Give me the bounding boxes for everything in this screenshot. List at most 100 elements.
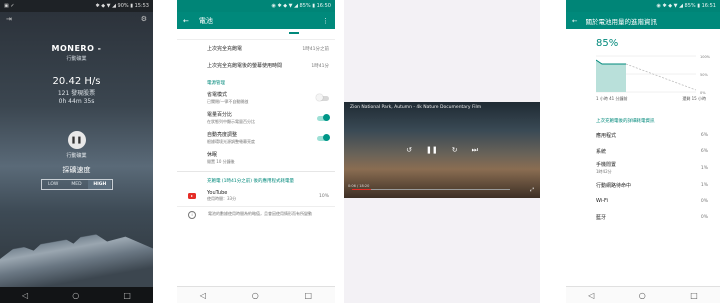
setting-battery-saver[interactable]: 省電模式 已關閉/一律不自動開啟 xyxy=(177,88,335,108)
setting-desc: 已關閉/一律不自動開啟 xyxy=(207,99,249,104)
setting-title: 休眠 xyxy=(207,152,218,158)
row-label: 上次完全充飽電後的螢幕使用時間 xyxy=(207,63,283,69)
shares-found: 121 發現股票 xyxy=(57,90,96,97)
nav-recent[interactable]: □ xyxy=(690,291,698,300)
nav-recent[interactable]: □ xyxy=(305,291,313,300)
coin-subtitle: 行動礦業 xyxy=(66,56,87,62)
back-arrow-icon[interactable]: ← xyxy=(572,17,577,25)
elapsed-time: 0h 44m 35s xyxy=(58,98,95,105)
speed-selector: LOW MED HIGH xyxy=(40,179,113,190)
usage-item-apps[interactable]: 應用程式 6% xyxy=(566,127,720,143)
nav-bar: ◁ ○ □ xyxy=(566,286,720,303)
battery-saver-toggle[interactable] xyxy=(316,94,329,101)
status-bar: ◉ ✱ ◆ ▼ ◢ 85% ▮ 16:51 xyxy=(566,0,720,12)
setting-sleep[interactable]: 休眠 閒置 10 分鐘後 xyxy=(177,148,335,168)
row-value: 1時41分之前 xyxy=(302,46,329,52)
exit-icon[interactable]: ⇥ xyxy=(6,15,12,23)
y-label-0: 0% xyxy=(700,91,706,95)
battery-settings-screen: ◉ ✱ ◆ ▼ ◢ 85% ▮ 16:50 ← 電池 ⋮ 上次完全充飽電 1時4… xyxy=(177,0,335,303)
row-value: 1時41分 xyxy=(311,63,329,69)
usage-item-bluetooth[interactable]: 藍牙 0% xyxy=(566,209,720,225)
pause-icon: ❚❚ xyxy=(70,136,83,144)
video-player[interactable]: Zion National Park, Autumn - 4k Nature D… xyxy=(344,102,540,198)
replay-icon[interactable]: ↺ xyxy=(406,146,412,155)
video-time: 0:06 / 18:20 xyxy=(348,184,370,188)
app-desc: 使用時間：33分 xyxy=(207,196,237,201)
battery-percent: 85% xyxy=(596,38,619,49)
setting-desc: 根據環境光源調整螢幕亮度 xyxy=(207,139,255,144)
app-percent: 10% xyxy=(318,193,329,199)
section-header-usage: 充飽電 (1時41分之前) 後的應用程式耗電量 xyxy=(207,179,294,184)
nav-recent[interactable]: □ xyxy=(123,291,131,300)
setting-adaptive-brightness[interactable]: 自動亮度調整 根據環境光源調整螢幕亮度 xyxy=(177,128,335,148)
usage-percent: 0% xyxy=(700,198,708,204)
info-note: i 電池的數據使用時間為約略值，且會因使用情形而有所變動 xyxy=(177,206,335,223)
page-title: 關於電池用量的進階資訊 xyxy=(585,17,657,26)
status-right: ✱ ◆ ▼ ◢ 90% ▮ 15:53 xyxy=(95,3,149,9)
nav-bar: ◁ ○ □ xyxy=(0,287,153,303)
usage-item-system[interactable]: 系統 6% xyxy=(566,143,720,159)
blank-area-bottom xyxy=(344,198,540,303)
row-label: 上次完全充飽電 xyxy=(207,46,243,52)
miner-screen: ▣ ✓ ✱ ◆ ▼ ◢ 90% ▮ 15:53 ⇥ ⚙ MONERO - 行動礦… xyxy=(0,0,153,303)
battery-percent-toggle[interactable] xyxy=(317,114,330,121)
status-left: ▣ ✓ xyxy=(4,3,15,9)
usage-name: 行動網路待命中 xyxy=(596,182,632,189)
coin-name[interactable]: MONERO - xyxy=(0,44,153,53)
usage-percent: 6% xyxy=(700,148,708,154)
usage-item-cell-standby[interactable]: 行動網路待命中 1% xyxy=(566,177,720,193)
settings-icon[interactable]: ⚙ xyxy=(141,15,147,23)
usage-percent: 1% xyxy=(700,182,708,188)
usage-name: 手機閒置 xyxy=(596,162,617,168)
video-progress[interactable] xyxy=(352,188,510,190)
forward-icon[interactable]: ↻ xyxy=(452,146,458,155)
status-right: ◉ ✱ ◆ ▼ ◢ 85% ▮ 16:51 xyxy=(656,3,717,9)
nav-home[interactable]: ○ xyxy=(72,291,79,300)
app-bar: ← 關於電池用量的進階資訊 xyxy=(566,12,720,29)
y-label-100: 100% xyxy=(700,55,711,59)
last-full-charge: 上次完全充飽電 1時41分之前 xyxy=(177,40,335,57)
blank-area-top xyxy=(344,0,540,103)
speed-label: 採礦速度 xyxy=(62,166,91,174)
fullscreen-icon[interactable]: ⤢ xyxy=(530,187,534,193)
nav-back[interactable]: ◁ xyxy=(22,291,28,300)
section-header-power: 電源管理 xyxy=(207,81,225,86)
usage-item-idle[interactable]: 手機閒置 1時42分 1% xyxy=(566,159,720,177)
mountain-background xyxy=(0,229,153,287)
battery-chart-svg: 100% 50% 0% xyxy=(595,55,711,95)
usage-name: Wi-Fi xyxy=(596,198,608,204)
nav-home[interactable]: ○ xyxy=(252,291,259,300)
skip-next-icon[interactable]: ⏭ xyxy=(472,146,478,155)
video-screen: Zion National Park, Autumn - 4k Nature D… xyxy=(344,0,540,303)
adaptive-brightness-toggle[interactable] xyxy=(317,134,330,141)
usage-percent: 1% xyxy=(700,165,708,171)
y-label-50: 50% xyxy=(700,73,708,77)
x-label-start: 1 小時 41 分鐘前 xyxy=(596,96,628,101)
setting-battery-percent[interactable]: 電量百分比 在狀態列中顯示電量百分比 xyxy=(177,108,335,128)
nav-bar: ◁ ○ □ xyxy=(177,286,335,303)
usage-item-wifi[interactable]: Wi-Fi 0% xyxy=(566,193,720,209)
section-header: 上次充飽電後的詳細耗電資訊 xyxy=(596,119,655,124)
setting-title: 省電模式 xyxy=(207,92,228,98)
usage-percent: 0% xyxy=(700,214,708,220)
setting-title: 電量百分比 xyxy=(207,112,233,118)
speed-low[interactable]: LOW xyxy=(42,180,65,189)
speed-med[interactable]: MED xyxy=(65,180,88,189)
nav-back[interactable]: ◁ xyxy=(200,291,206,300)
x-label-end: 還剩 15 小時 xyxy=(682,96,706,101)
nav-back[interactable]: ◁ xyxy=(588,291,594,300)
more-vert-icon[interactable]: ⋮ xyxy=(322,17,329,25)
app-usage-youtube[interactable]: YouTube 使用時間：33分 10% xyxy=(177,186,335,206)
page-title: 電池 xyxy=(198,16,213,25)
usage-name: 藍牙 xyxy=(596,214,607,221)
youtube-icon xyxy=(188,193,196,199)
back-arrow-icon[interactable]: ← xyxy=(183,17,189,25)
pause-button[interactable]: ❚❚ xyxy=(67,131,86,149)
nav-home[interactable]: ○ xyxy=(639,291,646,300)
pause-icon[interactable]: ❚❚ xyxy=(426,146,438,155)
setting-desc: 閒置 10 分鐘後 xyxy=(207,159,235,164)
speed-high[interactable]: HIGH xyxy=(88,180,112,189)
setting-desc: 在狀態列中顯示電量百分比 xyxy=(207,119,255,124)
hashrate: 20.42 H/s xyxy=(52,76,101,87)
status-right: ◉ ✱ ◆ ▼ ◢ 85% ▮ 16:50 xyxy=(271,3,332,9)
